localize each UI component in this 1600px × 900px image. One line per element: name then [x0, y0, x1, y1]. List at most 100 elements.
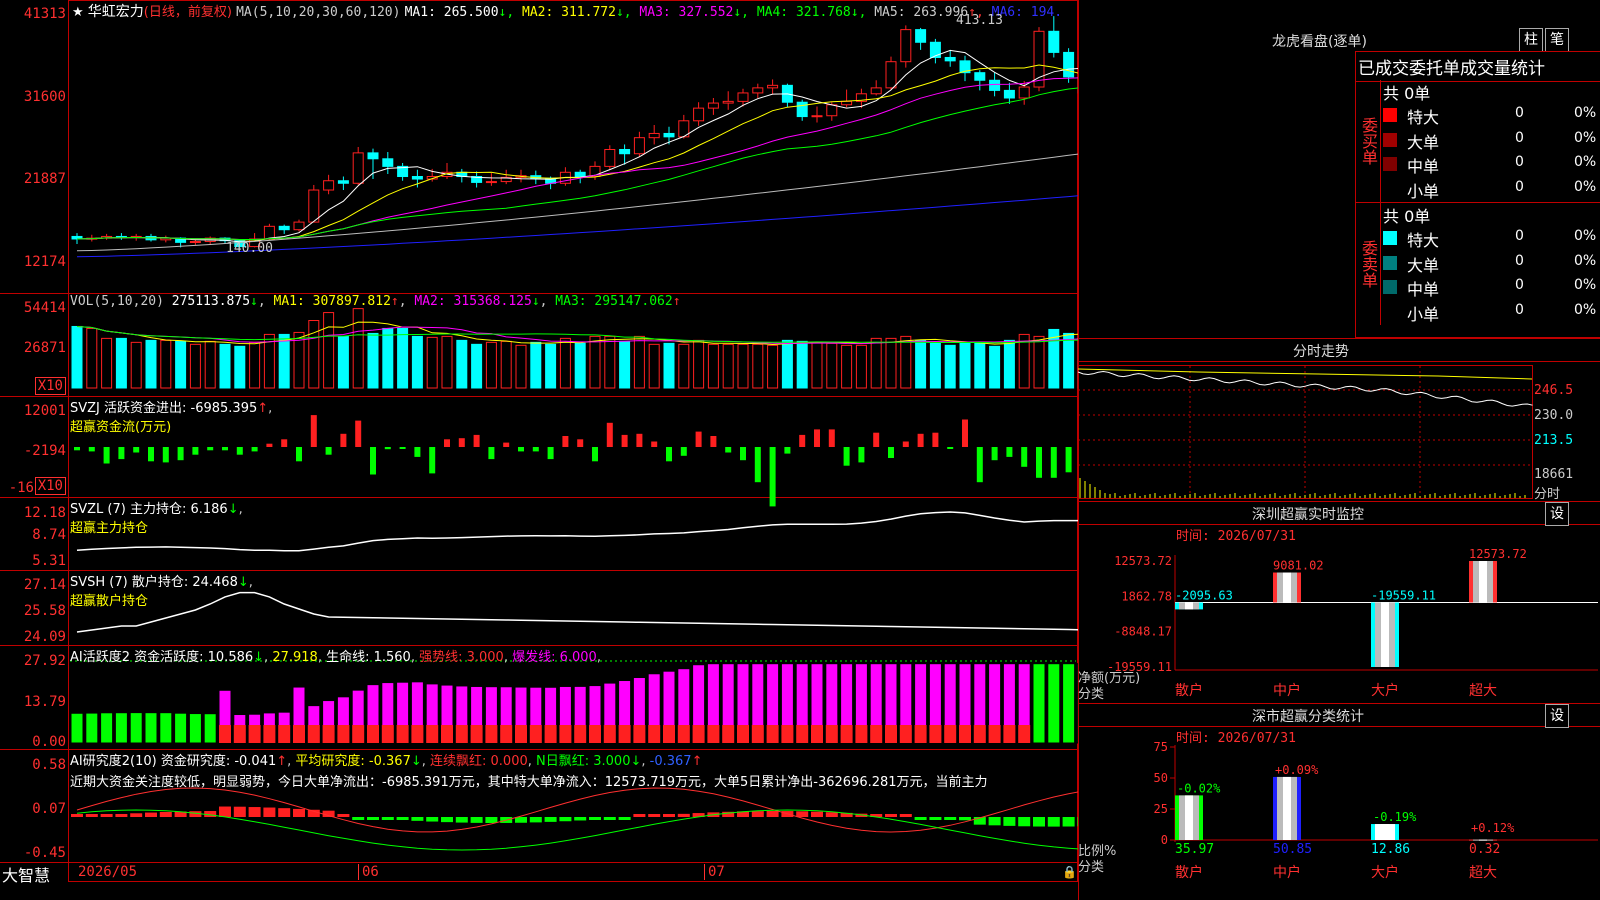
ai-res-bar [352, 817, 365, 820]
vol-ma2: MA2: 315368.125 [414, 294, 532, 309]
ma-line-3 [76, 77, 1078, 240]
ai2-base-bar [544, 725, 557, 743]
ai-res-bar [515, 817, 527, 823]
svzj-bar [384, 447, 391, 450]
volume-bar [204, 340, 216, 389]
ai2-base-bar [1018, 725, 1031, 743]
volume-bar [160, 339, 172, 389]
ai-res-tick: -0.45 [23, 845, 66, 861]
vol-ma3-arrow: ↑ [672, 294, 681, 309]
ai-res-bar [766, 811, 779, 817]
lhb-side-label: 委卖单 [1356, 203, 1381, 325]
svzl-arrow: ↓ [227, 502, 239, 517]
ai2-burstline: 爆发线: 6.000 [512, 650, 597, 665]
stats-bar-shine [1479, 839, 1487, 841]
volume-bar [796, 340, 808, 389]
ma-value-3: MA3: 327.552 [639, 5, 734, 20]
volume-bar [678, 343, 690, 389]
monitor-category-label: 大户 [1371, 682, 1399, 699]
monitor-settings-button[interactable]: 设 [1545, 502, 1569, 526]
ai2-bar [1032, 663, 1046, 744]
candle-body [278, 225, 290, 231]
candle-body [263, 225, 275, 240]
ai2-value2: 27.918 [272, 650, 318, 665]
ai-res-bar [278, 808, 291, 817]
svzj-bar [296, 447, 302, 462]
volume-bar [855, 344, 867, 389]
intraday-chart[interactable] [1078, 360, 1600, 500]
ai2-bar [1062, 663, 1076, 744]
star-icon[interactable]: ★ [72, 5, 84, 20]
fenshi-tick: 230.0 [1534, 408, 1574, 423]
ma-line-5 [76, 153, 1078, 252]
ai2-base-bar [352, 725, 365, 743]
lock-icon[interactable]: 🔒 [1062, 865, 1077, 879]
tick-mode-button[interactable]: 笔 [1545, 28, 1569, 52]
lhb-row-pct: 0% [1574, 301, 1597, 318]
ai2-base-bar [988, 725, 1001, 743]
volume-bar [1063, 332, 1075, 389]
svzj-bar [710, 436, 717, 447]
bar-mode-button[interactable]: 柱 [1519, 28, 1543, 52]
svzj-bar [1006, 447, 1013, 457]
ai-research-bars [71, 787, 1078, 851]
lhb-row-count: 0 [1515, 105, 1524, 121]
svzj-bar [281, 439, 288, 447]
volume-scale: X10 [34, 377, 66, 395]
lhb-title: 龙虎看盘(逐单) [1272, 34, 1367, 50]
svzj-tick: -2194 [23, 443, 66, 459]
svzj-tick: 12001 [23, 403, 66, 419]
svzj-bar [1036, 447, 1042, 478]
legend-swatch [1383, 157, 1397, 171]
stats-category-label: 中户 [1273, 864, 1301, 881]
candle-body [915, 29, 927, 43]
svzl-sub: 超赢主力持仓 [70, 521, 149, 536]
ai2-tick: 27.92 [23, 653, 66, 669]
stats-bar [1371, 824, 1399, 840]
ai-res-bar [470, 817, 483, 823]
svsh-tick: 25.58 [23, 603, 66, 619]
monitor-y-tick: 1862.78 [1121, 589, 1172, 603]
stats-change-label: +0.12% [1471, 821, 1515, 835]
date-tick: 2026/05 [78, 864, 138, 880]
svzj-bar [103, 447, 110, 464]
svzj-bar [340, 433, 347, 447]
lhb-total: 共 0单 [1383, 84, 1431, 103]
svzj-scale: X10 [34, 477, 66, 495]
ai-res-bar [825, 812, 838, 817]
svzj-bar [310, 415, 317, 447]
ai-res-bar [248, 807, 261, 817]
stats-settings-button[interactable]: 设 [1545, 704, 1569, 728]
ai2-base-bar [603, 725, 616, 743]
ai2-bar [129, 712, 143, 744]
svzj-bar [843, 447, 850, 466]
lhb-row-count: 0 [1515, 301, 1524, 318]
lhb-row-count: 0 [1515, 154, 1524, 170]
svzj-header: SVZJ 活跃资金进出: -6985.395↑, 超赢资金流(万元) [70, 401, 273, 435]
volume-bar [929, 342, 941, 389]
svzj-bar [88, 447, 95, 452]
svzj-bar [740, 447, 746, 461]
monitor-bar [1175, 602, 1203, 610]
volume-bar [367, 332, 379, 389]
monitor-bar [1371, 602, 1399, 667]
ai2-base-bar [574, 725, 587, 743]
monitor-category-label: 中户 [1273, 682, 1301, 699]
ai2-base-bar [426, 725, 439, 743]
lhb-row-pct: 0% [1574, 154, 1597, 170]
ma-value-4: MA4: 321.768 [756, 5, 851, 20]
ai-res-bar [455, 817, 468, 823]
svzj-bar [473, 434, 480, 447]
ai-res-bar [589, 817, 601, 820]
lhb-row-count: 0 [1515, 277, 1524, 293]
svzj-bar [532, 447, 539, 452]
ai2-base-bar [751, 725, 764, 743]
monitor-y-tick: -8848.17 [1114, 625, 1172, 639]
ai-res-bar [796, 811, 809, 817]
ai-res-bar [485, 817, 498, 823]
period-label[interactable]: (日线，前复权) [144, 5, 232, 20]
svzj-bar [399, 447, 406, 449]
svzj-bar [666, 447, 672, 462]
svzj-bar [814, 429, 820, 447]
lhb-row: 特大 0 0% [1383, 104, 1598, 127]
